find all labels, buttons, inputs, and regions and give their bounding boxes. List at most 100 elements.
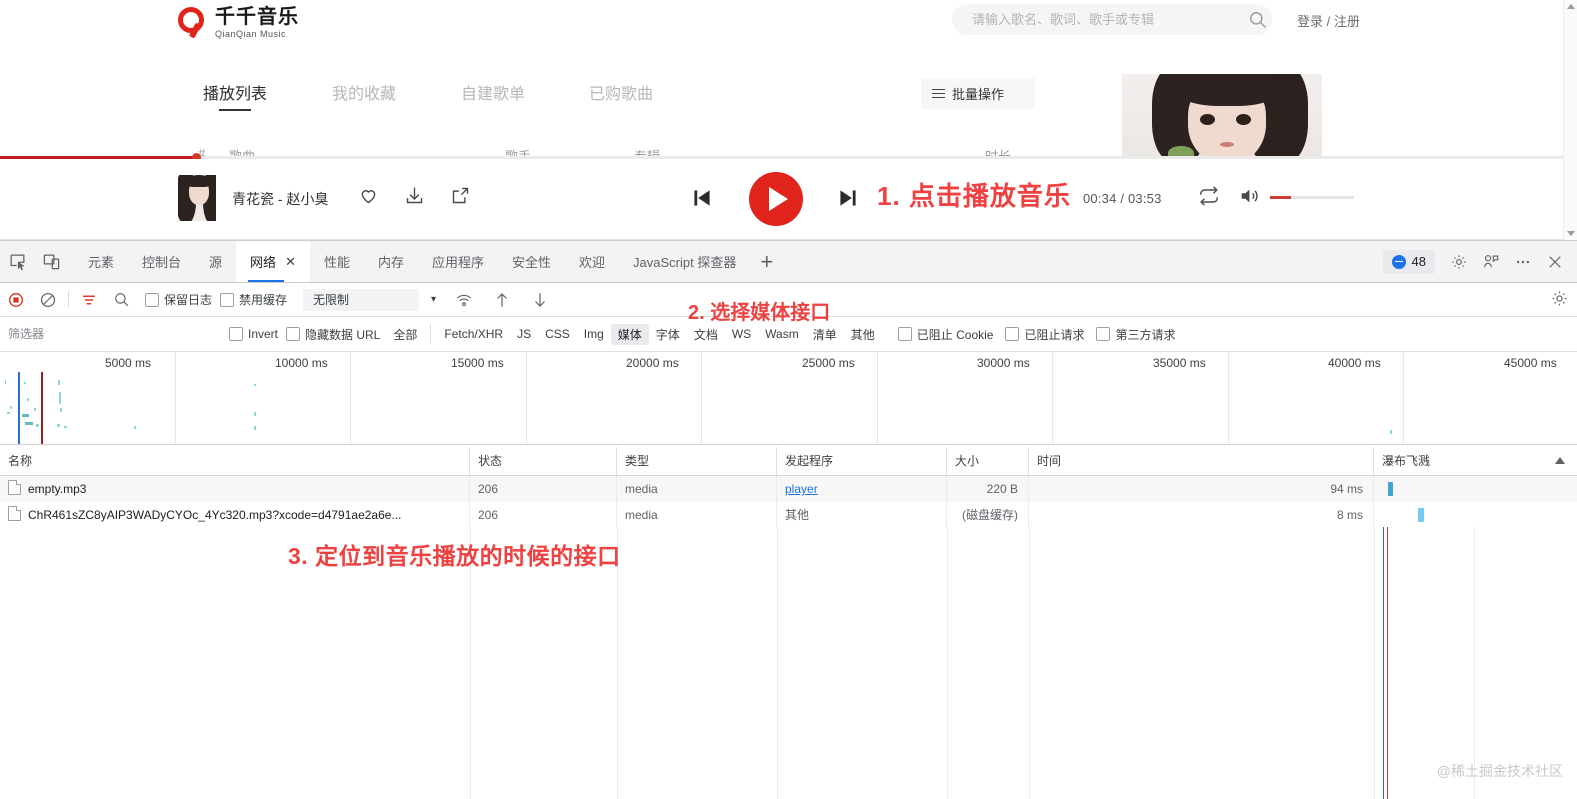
blocked-requests-checkbox[interactable]: 已阻止请求 <box>1005 326 1084 343</box>
logo-title-en: QianQian Music <box>215 29 287 39</box>
scroll-up-arrow-icon[interactable] <box>1567 4 1575 9</box>
download-icon[interactable] <box>404 185 425 209</box>
throttling-select[interactable]: 无限制 <box>303 288 420 311</box>
search-icon[interactable] <box>1242 10 1272 29</box>
devtools-customize-icon[interactable] <box>1475 246 1507 278</box>
column-header-status[interactable]: 状态 <box>470 447 617 475</box>
add-panel-button[interactable]: + <box>760 249 773 275</box>
previous-track-icon[interactable] <box>689 185 715 214</box>
hide-data-urls-label: 隐藏数据 URL <box>305 327 381 342</box>
table-row[interactable]: ChR461sZC8yAIP3WADyCYOc_4Yc320.mp3?xcode… <box>0 502 1577 528</box>
settings-gear-icon[interactable] <box>1443 246 1475 278</box>
preserve-log-checkbox[interactable]: 保留日志 <box>145 291 212 308</box>
filter-type-font[interactable]: 字体 <box>649 324 687 345</box>
hide-data-urls-box[interactable] <box>286 327 301 341</box>
column-header-time[interactable]: 时间 <box>1029 447 1374 475</box>
third-party-box[interactable] <box>1096 327 1111 341</box>
devtools-toolbar-right: 48 <box>1382 241 1571 282</box>
third-party-checkbox[interactable]: 第三方请求 <box>1096 326 1176 343</box>
network-settings-gear-icon[interactable] <box>1550 289 1569 311</box>
sort-ascending-icon[interactable] <box>1555 457 1565 464</box>
table-row[interactable]: empty.mp3 206 media player 220 B 94 ms <box>0 476 1577 502</box>
tab-sources[interactable]: 源 <box>195 241 236 282</box>
invert-checkbox[interactable]: Invert <box>229 327 278 341</box>
filter-type-img[interactable]: Img <box>577 325 611 343</box>
column-header-waterfall[interactable]: 瀑布飞溅 <box>1374 447 1577 475</box>
network-overview-timeline[interactable]: 5000 ms 10000 ms 15000 ms 20000 ms 25000… <box>0 352 1577 445</box>
search-input[interactable] <box>970 11 1242 28</box>
blocked-requests-box[interactable] <box>1005 327 1020 341</box>
blocked-cookies-box[interactable] <box>897 327 912 341</box>
column-header-initiator[interactable]: 发起程序 <box>777 447 947 475</box>
network-requests-table: 名称 状态 类型 发起程序 大小 时间 瀑布飞溅 empty.mp3 206 m… <box>0 447 1577 799</box>
blocked-cookies-checkbox[interactable]: 已阻止 Cookie <box>897 326 993 343</box>
initiator-link[interactable]: player <box>785 482 818 496</box>
search-icon[interactable] <box>105 286 137 314</box>
disable-cache-box[interactable] <box>220 292 235 307</box>
filter-icon[interactable] <box>73 286 105 314</box>
login-register-link[interactable]: 登录 / 注册 <box>1297 11 1360 30</box>
tab-purchased[interactable]: 已购歌曲 <box>589 80 653 104</box>
repeat-icon[interactable] <box>1198 185 1220 210</box>
hide-data-urls-checkbox[interactable]: 隐藏数据 URL <box>286 326 380 343</box>
more-options-icon[interactable] <box>1507 246 1539 278</box>
close-network-tab-icon[interactable]: ✕ <box>285 254 296 270</box>
issues-badge[interactable]: 48 <box>1382 249 1435 274</box>
filter-type-wasm[interactable]: Wasm <box>758 325 806 343</box>
tab-application[interactable]: 应用程序 <box>418 241 498 282</box>
toggle-device-toolbar-icon[interactable] <box>34 245 68 279</box>
volume-slider[interactable] <box>1270 196 1354 199</box>
scroll-down-arrow-icon[interactable] <box>1567 231 1575 236</box>
overview-tick-30000: 30000 ms <box>977 356 1030 370</box>
column-header-type[interactable]: 类型 <box>617 447 777 475</box>
export-har-icon[interactable] <box>524 286 556 314</box>
tab-javascript-profiler[interactable]: JavaScript 探查器 <box>619 241 750 282</box>
clear-network-log-icon[interactable] <box>32 286 64 314</box>
volume-icon[interactable] <box>1238 185 1260 210</box>
inspect-element-icon[interactable] <box>0 245 34 279</box>
column-header-name[interactable]: 名称 <box>0 447 470 475</box>
site-search-box[interactable] <box>952 4 1272 35</box>
devtools-tabs: 元素 控制台 源 网络 ✕ 性能 内存 应用程序 安全性 欢迎 JavaScri… <box>74 241 773 282</box>
invert-box[interactable] <box>229 327 243 341</box>
page-scrollbar[interactable] <box>1563 0 1577 240</box>
tab-elements[interactable]: 元素 <box>74 241 128 282</box>
share-icon[interactable] <box>450 185 471 209</box>
filter-type-manifest[interactable]: 清单 <box>806 324 844 345</box>
column-header-size[interactable]: 大小 <box>947 447 1029 475</box>
tab-playlist[interactable]: 播放列表 <box>203 80 267 111</box>
play-button[interactable] <box>749 172 803 226</box>
disable-cache-checkbox[interactable]: 禁用缓存 <box>220 291 287 308</box>
filter-type-other[interactable]: 其他 <box>844 324 882 345</box>
filter-type-media[interactable]: 媒体 <box>610 323 649 345</box>
tab-security[interactable]: 安全性 <box>498 241 565 282</box>
tab-security-label: 安全性 <box>512 255 552 270</box>
tab-performance[interactable]: 性能 <box>310 241 364 282</box>
heart-icon[interactable] <box>358 185 379 209</box>
import-har-icon[interactable] <box>486 286 518 314</box>
filter-input[interactable] <box>6 326 215 342</box>
filter-type-fetch-xhr[interactable]: Fetch/XHR <box>437 325 510 343</box>
chevron-down-icon[interactable]: ▾ <box>431 294 436 305</box>
tab-custom-playlist[interactable]: 自建歌单 <box>461 80 525 104</box>
close-devtools-icon[interactable] <box>1539 246 1571 278</box>
filter-type-doc[interactable]: 文档 <box>687 324 725 345</box>
tab-console[interactable]: 控制台 <box>128 241 195 282</box>
tab-welcome[interactable]: 欢迎 <box>565 241 619 282</box>
filter-type-all[interactable]: 全部 <box>386 324 424 345</box>
filter-type-ws[interactable]: WS <box>725 325 758 343</box>
preserve-log-box[interactable] <box>145 292 159 307</box>
cell-name: ChR461sZC8yAIP3WADyCYOc_4Yc320.mp3?xcode… <box>0 502 470 528</box>
cell-initiator[interactable]: player <box>777 476 947 502</box>
record-stop-icon[interactable] <box>0 286 32 314</box>
qianqian-logo[interactable]: 千千音乐 QianQian Music <box>178 0 299 46</box>
next-track-icon[interactable] <box>835 185 861 214</box>
batch-operation-button[interactable]: 批量操作 <box>921 78 1035 109</box>
tab-network[interactable]: 网络 ✕ <box>236 241 310 282</box>
tab-memory[interactable]: 内存 <box>364 241 418 282</box>
filter-type-js[interactable]: JS <box>510 325 538 343</box>
network-conditions-icon[interactable] <box>448 286 480 314</box>
tab-favorites[interactable]: 我的收藏 <box>332 80 396 104</box>
third-party-label: 第三方请求 <box>1115 327 1176 342</box>
filter-type-css[interactable]: CSS <box>538 325 577 343</box>
